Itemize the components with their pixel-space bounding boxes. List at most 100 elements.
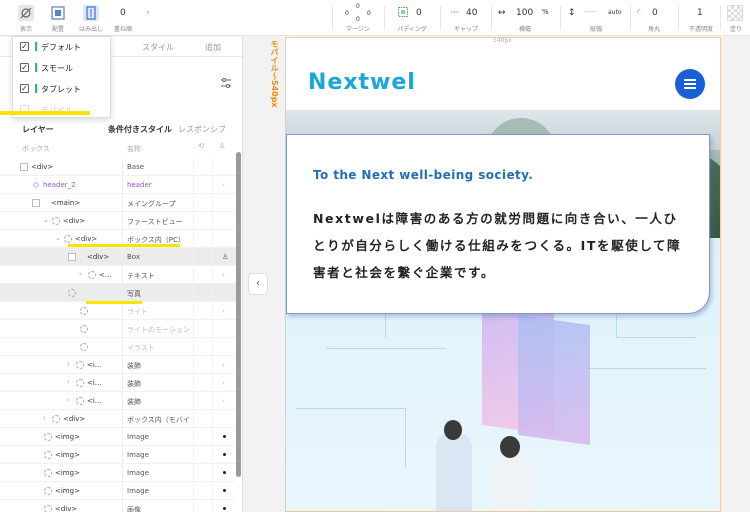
visibility-control[interactable]: 表示 bbox=[14, 0, 38, 36]
element-icon bbox=[80, 307, 88, 315]
expand-chevron-icon[interactable]: › bbox=[79, 270, 82, 278]
layer-row[interactable]: <div> 画像 bbox=[0, 500, 236, 512]
expand-chevron-icon[interactable]: ⌄ bbox=[43, 216, 49, 224]
filter-sliders-icon[interactable] bbox=[220, 77, 232, 89]
hamburger-menu-icon[interactable] bbox=[675, 69, 705, 99]
padding-value[interactable]: 0 bbox=[416, 8, 422, 18]
layer-tag: <div> bbox=[75, 235, 98, 243]
gap-control[interactable]: 40 ギャップ bbox=[446, 0, 486, 36]
expand-chevron-icon[interactable]: › bbox=[67, 396, 70, 404]
link-icon[interactable]: ⟲ bbox=[198, 142, 204, 150]
collapse-panel-button[interactable]: ‹ bbox=[248, 273, 268, 295]
margin-left-value[interactable]: 0 bbox=[345, 10, 349, 17]
radius-value[interactable]: 0 bbox=[652, 8, 658, 18]
gap-value[interactable]: 40 bbox=[466, 8, 477, 18]
margin-bottom-value[interactable]: 0 bbox=[356, 16, 360, 23]
breakpoint-color-bar bbox=[35, 84, 37, 93]
dropdown-item-mobile[interactable]: モバイル bbox=[13, 100, 112, 120]
box-icon bbox=[32, 199, 40, 207]
width-unit[interactable]: % bbox=[542, 8, 549, 16]
gap-label: ギャップ bbox=[453, 26, 478, 33]
radius-control[interactable]: ◜ 0 角丸 bbox=[634, 0, 674, 36]
placement-icon bbox=[51, 6, 65, 20]
expand-chevron-icon[interactable]: › bbox=[67, 360, 70, 368]
dropdown-item-label: スモール bbox=[41, 64, 73, 73]
chevron-right-icon[interactable]: › bbox=[222, 181, 225, 189]
padding-control[interactable]: 0 パディング bbox=[392, 0, 432, 36]
layer-row[interactable]: › <i... 装飾 › bbox=[0, 392, 236, 410]
layer-row[interactable]: ◇ header_2 header › bbox=[0, 176, 236, 194]
person-icon[interactable]: ♙ bbox=[219, 142, 225, 150]
layer-row[interactable]: › <... テキスト › bbox=[0, 266, 236, 284]
height-value[interactable]: ----- bbox=[584, 8, 597, 16]
site-header[interactable]: Nextwel bbox=[286, 38, 720, 110]
layer-row[interactable]: ⌄<main>メイングループ bbox=[0, 194, 236, 212]
expand-chevron-icon[interactable]: › bbox=[43, 414, 46, 422]
layer-row[interactable]: ⌄ <div> ファーストビュー bbox=[0, 212, 236, 230]
corner-radius-icon: ◜ bbox=[637, 8, 641, 18]
layer-row[interactable]: <div> Base bbox=[0, 158, 236, 176]
person-icon[interactable]: ♙ bbox=[222, 253, 228, 261]
dropdown-item-tablet[interactable]: ✓ タブレット bbox=[13, 79, 112, 99]
layer-row[interactable]: <img> Image bbox=[0, 446, 236, 464]
layer-label: Base bbox=[127, 163, 145, 171]
layer-row[interactable]: <img> Image bbox=[0, 482, 236, 500]
layer-row[interactable]: ⌄<div>Box♙ bbox=[0, 248, 236, 266]
site-logo[interactable]: Nextwel bbox=[308, 70, 416, 95]
margin-right-value[interactable]: 0 bbox=[367, 10, 371, 17]
checkbox-icon[interactable]: ✓ bbox=[20, 84, 29, 93]
layer-row[interactable]: <img> Image bbox=[0, 464, 236, 482]
dropdown-item-small[interactable]: ✓ スモール bbox=[13, 58, 112, 78]
tab-add[interactable]: 追加 bbox=[205, 42, 221, 53]
placement-control[interactable]: 配置 bbox=[46, 0, 70, 36]
fill-control[interactable]: 塗り bbox=[724, 0, 748, 36]
chevron-right-icon[interactable]: › bbox=[222, 379, 225, 387]
layer-tag: <img> bbox=[55, 433, 80, 441]
chevron-right-icon[interactable]: › bbox=[222, 397, 225, 405]
layer-row[interactable]: ライトのモーション bbox=[0, 320, 236, 338]
design-canvas[interactable]: Nextwel To the Next well-being society. bbox=[285, 37, 721, 512]
layer-tag: <div> bbox=[31, 163, 54, 171]
chevron-right-icon[interactable]: › bbox=[222, 307, 225, 315]
opacity-value[interactable]: 1 bbox=[697, 8, 703, 18]
person-head bbox=[500, 436, 520, 458]
opacity-control[interactable]: 1 不透明度 bbox=[684, 0, 718, 36]
chevron-right-icon[interactable]: › bbox=[222, 361, 225, 369]
chevron-right-icon[interactable]: › bbox=[146, 8, 150, 18]
layer-row[interactable]: <img> Image bbox=[0, 428, 236, 446]
expand-chevron-icon[interactable]: › bbox=[67, 378, 70, 386]
layer-row[interactable]: › <i... 装飾 › bbox=[0, 374, 236, 392]
tab-conditional-style[interactable]: 条件付きスタイル bbox=[108, 124, 172, 135]
tab-style[interactable]: スタイル bbox=[142, 42, 174, 53]
layer-tag: <div> bbox=[63, 415, 86, 423]
box-icon bbox=[20, 163, 28, 171]
divider bbox=[720, 6, 721, 30]
checkbox-icon[interactable]: ✓ bbox=[20, 63, 29, 72]
chevron-right-icon[interactable]: › bbox=[222, 271, 225, 279]
height-unit[interactable]: auto bbox=[608, 9, 622, 16]
layer-row[interactable]: › <i... 装飾 › bbox=[0, 356, 236, 374]
layer-label: テキスト bbox=[127, 272, 155, 280]
z-order-control[interactable]: 0 重ね順 bbox=[110, 0, 136, 36]
element-icon bbox=[52, 415, 60, 423]
expand-chevron-icon[interactable]: ⌄ bbox=[55, 234, 61, 242]
layer-tag: <img> bbox=[55, 487, 80, 495]
checkbox-icon[interactable]: ✓ bbox=[20, 42, 29, 51]
height-control[interactable]: ↕ ----- auto 縦幅 bbox=[564, 0, 628, 36]
width-control[interactable]: ↔ 100 % 横幅 bbox=[494, 0, 556, 36]
width-value[interactable]: 100 bbox=[516, 8, 533, 18]
tab-responsive[interactable]: レスポンシブ bbox=[178, 124, 226, 135]
layer-row[interactable]: 写真 bbox=[0, 284, 236, 302]
layer-row[interactable]: ライト › bbox=[0, 302, 236, 320]
divider bbox=[440, 6, 441, 30]
margin-top-value[interactable]: 0 bbox=[356, 3, 360, 10]
margin-control[interactable]: 0 0 0 0 マージン bbox=[340, 0, 376, 36]
overflow-control[interactable]: はみ出し bbox=[78, 0, 104, 36]
breakpoint-label: モバイル～540px bbox=[270, 40, 279, 108]
dropdown-item-default[interactable]: ✓ デフォルト bbox=[13, 37, 112, 57]
hero-text-card[interactable]: To the Next well-being society. Nextwelは… bbox=[286, 134, 710, 314]
scrollbar[interactable] bbox=[236, 152, 241, 477]
layer-row[interactable]: › <div> ボックス内（モバイ bbox=[0, 410, 236, 428]
layer-row[interactable]: イラスト bbox=[0, 338, 236, 356]
element-icon bbox=[76, 397, 84, 405]
